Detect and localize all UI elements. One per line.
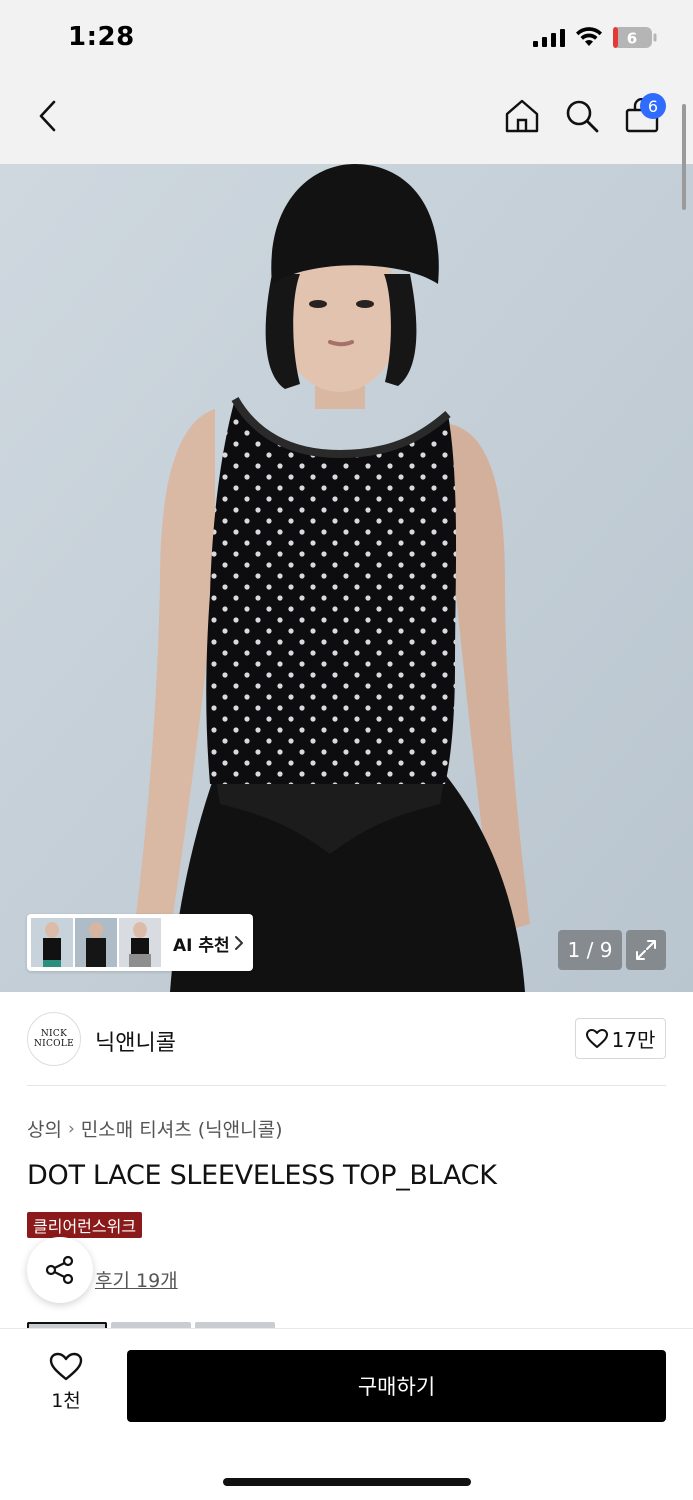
heart-icon (585, 1028, 608, 1048)
status-time: 1:28 (68, 22, 135, 52)
home-icon (505, 99, 539, 133)
brand-logo[interactable]: NICK NICOLE (27, 1012, 81, 1066)
cellular-signal-icon (533, 29, 565, 47)
expand-image-button[interactable] (626, 930, 666, 970)
promo-badge: 클리어런스위크 (27, 1212, 143, 1238)
brand-name-link[interactable]: 닉앤니콜 (95, 1025, 176, 1057)
brand-like-count: 17만 (611, 1028, 656, 1052)
search-icon (566, 100, 599, 133)
home-indicator (223, 1478, 471, 1486)
divider (27, 1085, 666, 1086)
wifi-icon (576, 27, 602, 46)
brand-logo-line2: NICOLE (33, 1039, 75, 1049)
chevron-right-icon: › (67, 1118, 75, 1139)
review-count-link[interactable]: 후기 19개 (95, 1266, 178, 1293)
status-bar: 1:28 6 (0, 0, 693, 78)
ai-recommend-button[interactable]: AI 추천 (27, 914, 253, 971)
ai-recommend-label: AI 추천 (173, 936, 230, 956)
chevron-left-icon (39, 100, 56, 132)
battery-icon: 6 (613, 27, 657, 48)
chevron-right-icon (235, 936, 243, 950)
image-page-indicator: 1 / 9 (558, 930, 622, 970)
heart-icon (49, 1352, 83, 1381)
breadcrumb-subcategory[interactable]: 민소매 티셔츠 (닉앤니콜) (81, 1115, 283, 1142)
ai-thumbnail-2 (75, 918, 117, 967)
cart-count-badge: 6 (640, 93, 666, 119)
wishlist-button[interactable]: 1천 (28, 1352, 104, 1422)
breadcrumb-category[interactable]: 상의 (27, 1115, 62, 1142)
battery-level: 6 (627, 30, 637, 48)
product-photo (0, 164, 693, 992)
back-button[interactable] (24, 92, 72, 140)
scrollbar[interactable] (682, 104, 686, 210)
share-button[interactable] (27, 1237, 93, 1303)
search-button[interactable] (558, 92, 606, 140)
brand-like-button[interactable]: 17만 (575, 1018, 666, 1059)
wishlist-count: 1천 (51, 1390, 81, 1412)
brand-logo-line1: NICK (40, 1029, 68, 1039)
share-icon (45, 1255, 74, 1285)
buy-button[interactable]: 구매하기 (127, 1350, 666, 1422)
ai-thumbnail-3 (119, 918, 161, 967)
product-title: DOT LACE SLEEVELESS TOP_BLACK (27, 1160, 497, 1191)
product-image-gallery[interactable] (0, 164, 693, 992)
expand-icon (636, 940, 656, 960)
home-button[interactable] (498, 92, 546, 140)
top-nav-bar (0, 78, 693, 164)
breadcrumb: 상의 › 민소매 티셔츠 (닉앤니콜) (27, 1115, 283, 1142)
ai-thumbnail-1 (31, 918, 73, 967)
